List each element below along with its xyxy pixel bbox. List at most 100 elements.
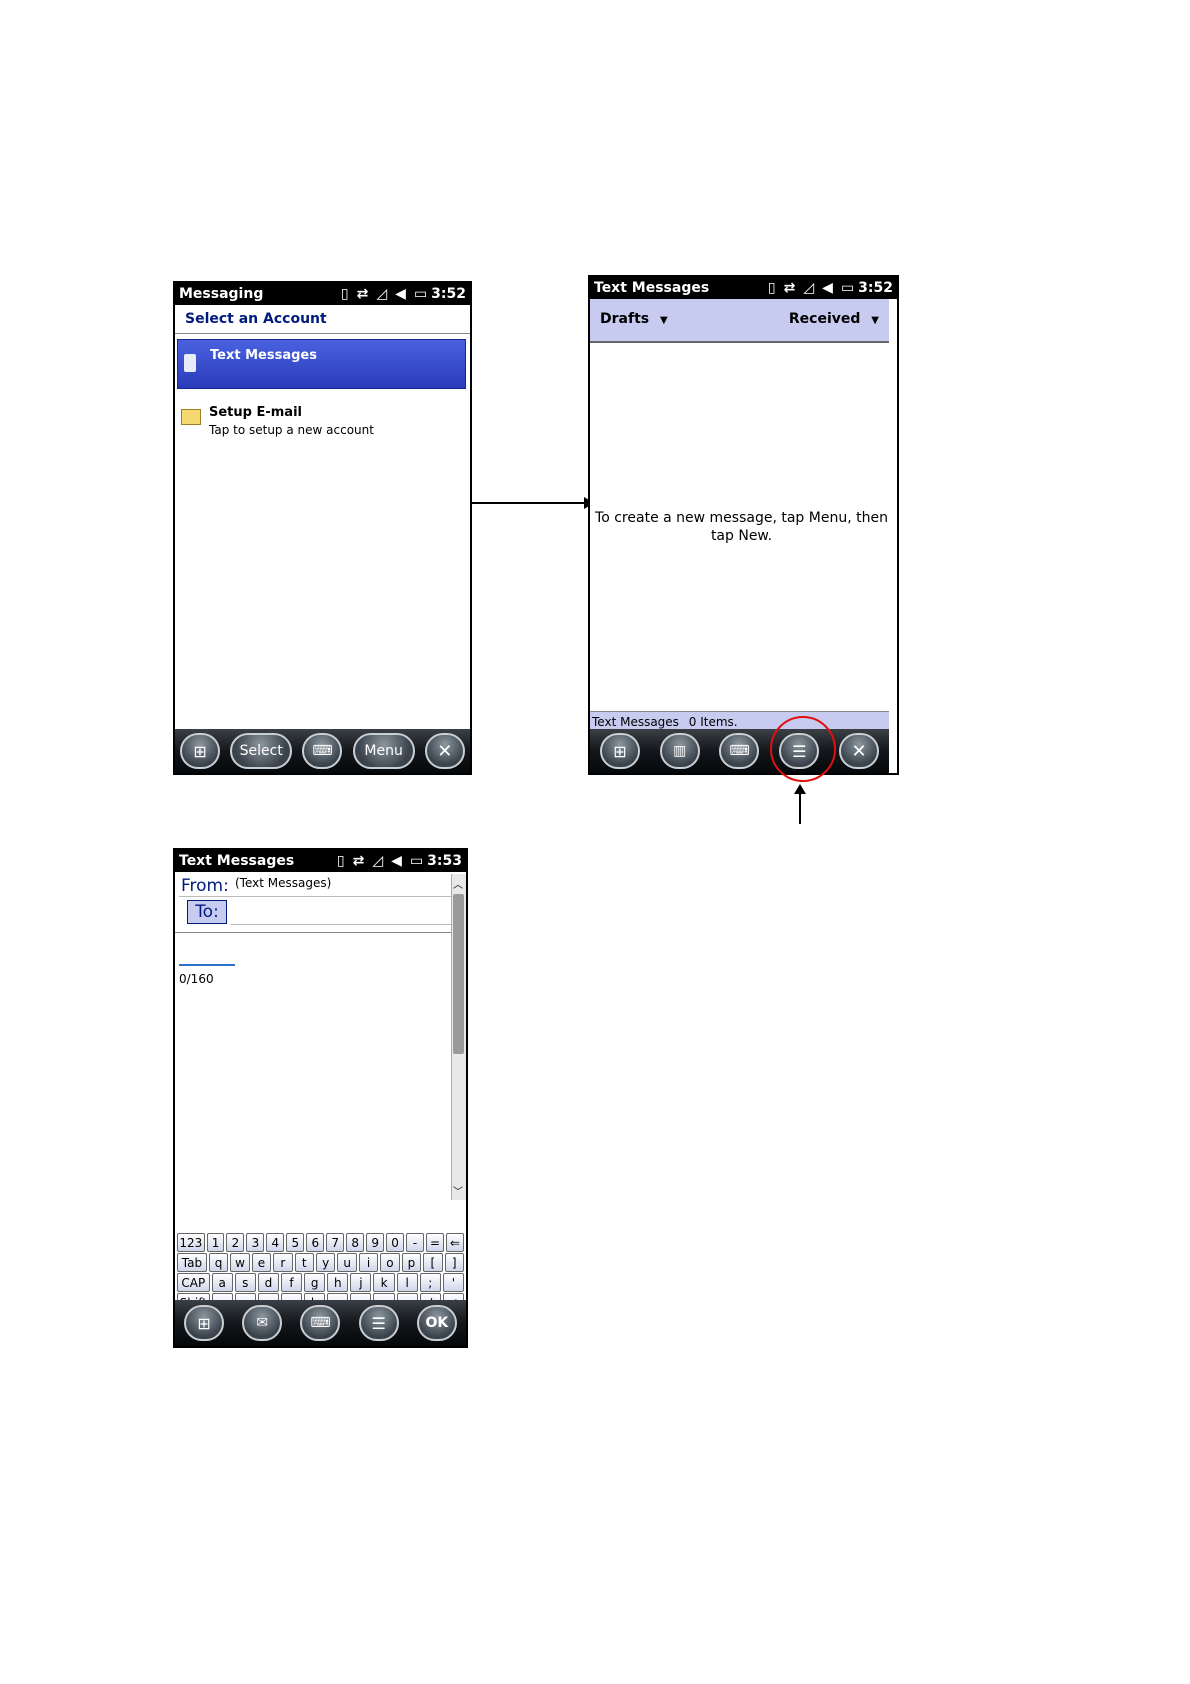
to-button[interactable]: To: [187,900,227,924]
keyboard-key[interactable]: 7 [326,1233,345,1252]
connectivity-icon[interactable]: ⇄ [784,281,796,295]
status-title: Text Messages [179,853,295,869]
signal-off-icon[interactable]: ◿ [376,287,387,301]
keyboard-key[interactable]: w [230,1253,250,1272]
keyboard-key[interactable]: i [358,1253,379,1272]
ok-label: OK [425,1315,449,1331]
connectivity-icon[interactable]: ⇄ [353,854,365,868]
menu-button[interactable]: ☰ [358,1305,399,1341]
keyboard-key[interactable]: t [294,1253,314,1272]
start-button[interactable]: ⊞ [184,1305,225,1341]
start-button[interactable]: ⊞ [180,733,221,769]
keyboard-key[interactable]: = [426,1233,444,1252]
message-body-input[interactable]: 0/160 [175,934,452,1198]
menu-list-icon: ☰ [371,1313,386,1333]
send-button[interactable]: ✉ [242,1305,283,1341]
speaker-icon[interactable]: ◀ [395,287,406,301]
keyboard-key[interactable]: 2 [226,1233,245,1252]
to-input[interactable] [231,900,452,925]
keyboard-key[interactable]: - [406,1233,425,1252]
connector-arrow [472,502,586,504]
email-setup-icon [181,409,201,425]
keyboard-key[interactable]: e [251,1253,272,1272]
speaker-icon[interactable]: ◀ [391,854,402,868]
keyboard-key[interactable]: o [380,1253,400,1272]
ok-button[interactable]: OK [416,1305,457,1341]
battery-icon[interactable]: ▭ [414,287,427,301]
soft-key-bar: ⊞ ▥ ⌨ ☰ ✕ [590,729,889,773]
empty-message: To create a new message, tap Menu, then … [595,510,888,544]
status-title: Text Messages [594,280,710,296]
scroll-down-icon[interactable]: ﹀ [453,1183,463,1198]
keyboard-key[interactable]: ; [419,1273,441,1292]
keyboard-key[interactable]: 3 [246,1233,265,1252]
account-item-setup-email[interactable]: Setup E-mail Tap to setup a new account [177,401,466,441]
keyboard-key[interactable]: y [315,1253,336,1272]
battery-icon[interactable]: ▭ [841,281,854,295]
windows-flag-icon: ⊞ [193,741,207,761]
clock[interactable]: 3:52 [431,286,466,302]
keyboard-key[interactable]: j [350,1273,372,1292]
keyboard-key[interactable]: l [396,1273,418,1292]
to-label: To: [195,902,219,922]
keyboard-key[interactable]: [ [423,1253,443,1272]
speaker-icon[interactable]: ◀ [822,281,833,295]
chevron-down-icon: ▼ [871,315,879,326]
keyboard-key[interactable]: g [304,1273,326,1292]
keyboard-key[interactable]: 8 [346,1233,365,1252]
clock[interactable]: 3:52 [858,280,893,296]
keyboard-key[interactable]: CAP [177,1273,210,1292]
clock[interactable]: 3:53 [427,853,462,869]
scrollbar-thumb[interactable] [453,894,464,1054]
keyboard-row: Tab q w e r t y u i o p[] [177,1253,464,1272]
windows-flag-icon: ⊞ [613,741,627,761]
keyboard-icon: ⌨ [312,743,333,759]
keyboard-key[interactable]: d [257,1273,279,1292]
delete-button[interactable]: ▥ [659,733,700,769]
from-value[interactable]: (Text Messages) [235,876,331,890]
keyboard-key[interactable]: h [327,1273,349,1292]
menu-button[interactable]: Menu [352,733,415,769]
select-button[interactable]: Select [230,733,293,769]
keyboard-key[interactable]: 6 [306,1233,325,1252]
close-button[interactable]: ✕ [839,733,880,769]
keyboard-key[interactable]: ⇐ [445,1233,464,1252]
signal-off-icon[interactable]: ◿ [803,281,814,295]
keyboard-button[interactable]: ⌨ [300,1305,341,1341]
sort-dropdown[interactable]: Received ▼ [789,311,879,327]
keyboard-key[interactable]: s [234,1273,256,1292]
select-button-label: Select [239,743,283,759]
keyboard-key[interactable]: 0 [386,1233,405,1252]
text-messages-screen: Text Messages ▯ ⇄ ◿ ◀ ▭ 3:52 Drafts ▼ Re… [588,275,899,775]
keyboard-key[interactable]: f [280,1273,303,1292]
keyboard-button[interactable]: ⌨ [302,733,343,769]
keyboard-key[interactable]: 123 [177,1233,205,1252]
keyboard-row: CAP a s d f g h j k l; ' [177,1273,464,1292]
keyboard-button[interactable]: ⌨ [719,733,760,769]
keyboard-key[interactable]: ' [442,1273,464,1292]
keyboard-key[interactable]: Tab [177,1253,207,1272]
start-button[interactable]: ⊞ [599,733,640,769]
scrollbar[interactable]: ︿ ﹀ [451,874,466,1200]
keyboard-key[interactable]: 5 [286,1233,305,1252]
battery-icon[interactable]: ▭ [410,854,423,868]
drafts-dropdown[interactable]: Drafts ▼ [600,311,668,327]
keyboard-key[interactable]: 1 [206,1233,225,1252]
compose-body: From: (Text Messages) To: 0/160 [175,872,452,1198]
keyboard-key[interactable]: u [337,1253,357,1272]
from-row: From: (Text Messages) [179,874,452,897]
to-row: To: [187,900,452,926]
account-item-text-messages[interactable]: Text Messages [177,339,466,389]
scroll-up-icon[interactable]: ︿ [453,876,463,891]
signal-off-icon[interactable]: ◿ [372,854,383,868]
keyboard-key[interactable]: a [211,1273,233,1292]
keyboard-key[interactable]: r [273,1253,293,1272]
close-button[interactable]: ✕ [424,733,465,769]
keyboard-key[interactable]: 9 [366,1233,385,1252]
keyboard-key[interactable]: k [373,1273,395,1292]
keyboard-key[interactable]: 4 [266,1233,285,1252]
connectivity-icon[interactable]: ⇄ [357,287,369,301]
keyboard-key[interactable]: p [401,1253,422,1272]
keyboard-key[interactable]: q [208,1253,229,1272]
keyboard-key[interactable]: ] [444,1253,464,1272]
